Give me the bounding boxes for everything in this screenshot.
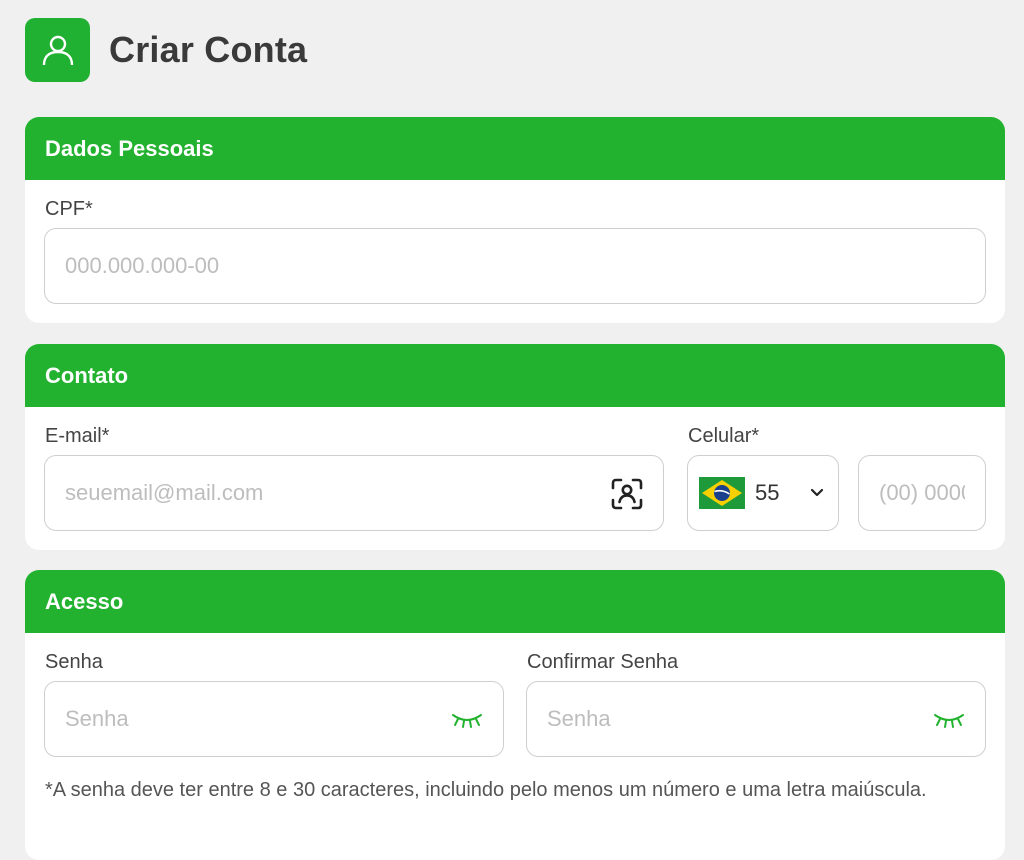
page-title: Criar Conta bbox=[109, 29, 308, 70]
country-code-select[interactable]: 55 bbox=[687, 455, 839, 531]
cpf-field bbox=[44, 228, 986, 304]
face-scan-icon[interactable] bbox=[609, 476, 645, 512]
chevron-down-icon bbox=[810, 488, 824, 498]
confirm-password-label: Confirmar Senha bbox=[527, 651, 679, 673]
confirm-password-input[interactable] bbox=[527, 682, 985, 756]
phone-label: Celular* bbox=[688, 425, 760, 447]
password-field bbox=[44, 681, 504, 757]
contact-card: Contato E-mail* Celular* bbox=[25, 344, 1005, 550]
email-input[interactable] bbox=[45, 456, 663, 530]
password-label: Senha bbox=[45, 651, 103, 673]
phone-field bbox=[858, 455, 986, 531]
cpf-input[interactable] bbox=[45, 229, 985, 303]
phone-input[interactable] bbox=[859, 456, 985, 530]
eye-closed-icon[interactable] bbox=[931, 710, 967, 730]
contact-header: Contato bbox=[25, 344, 1005, 407]
brazil-flag-icon bbox=[699, 477, 745, 509]
password-requirements-note: *A senha deve ter entre 8 e 30 caractere… bbox=[45, 779, 927, 801]
confirm-password-field bbox=[526, 681, 986, 757]
user-icon bbox=[25, 18, 90, 82]
country-dial-code: 55 bbox=[755, 480, 780, 505]
email-field bbox=[44, 455, 664, 531]
eye-closed-icon[interactable] bbox=[449, 710, 485, 730]
personal-data-header: Dados Pessoais bbox=[25, 117, 1005, 180]
personal-data-card: Dados Pessoais CPF* bbox=[25, 117, 1005, 323]
email-label: E-mail* bbox=[45, 425, 110, 447]
access-header: Acesso bbox=[25, 570, 1005, 633]
password-input[interactable] bbox=[45, 682, 503, 756]
page-header: Criar Conta bbox=[25, 18, 307, 82]
access-card: Acesso Senha Confirmar Senha *A senha de… bbox=[25, 570, 1005, 860]
cpf-label: CPF* bbox=[45, 198, 93, 220]
